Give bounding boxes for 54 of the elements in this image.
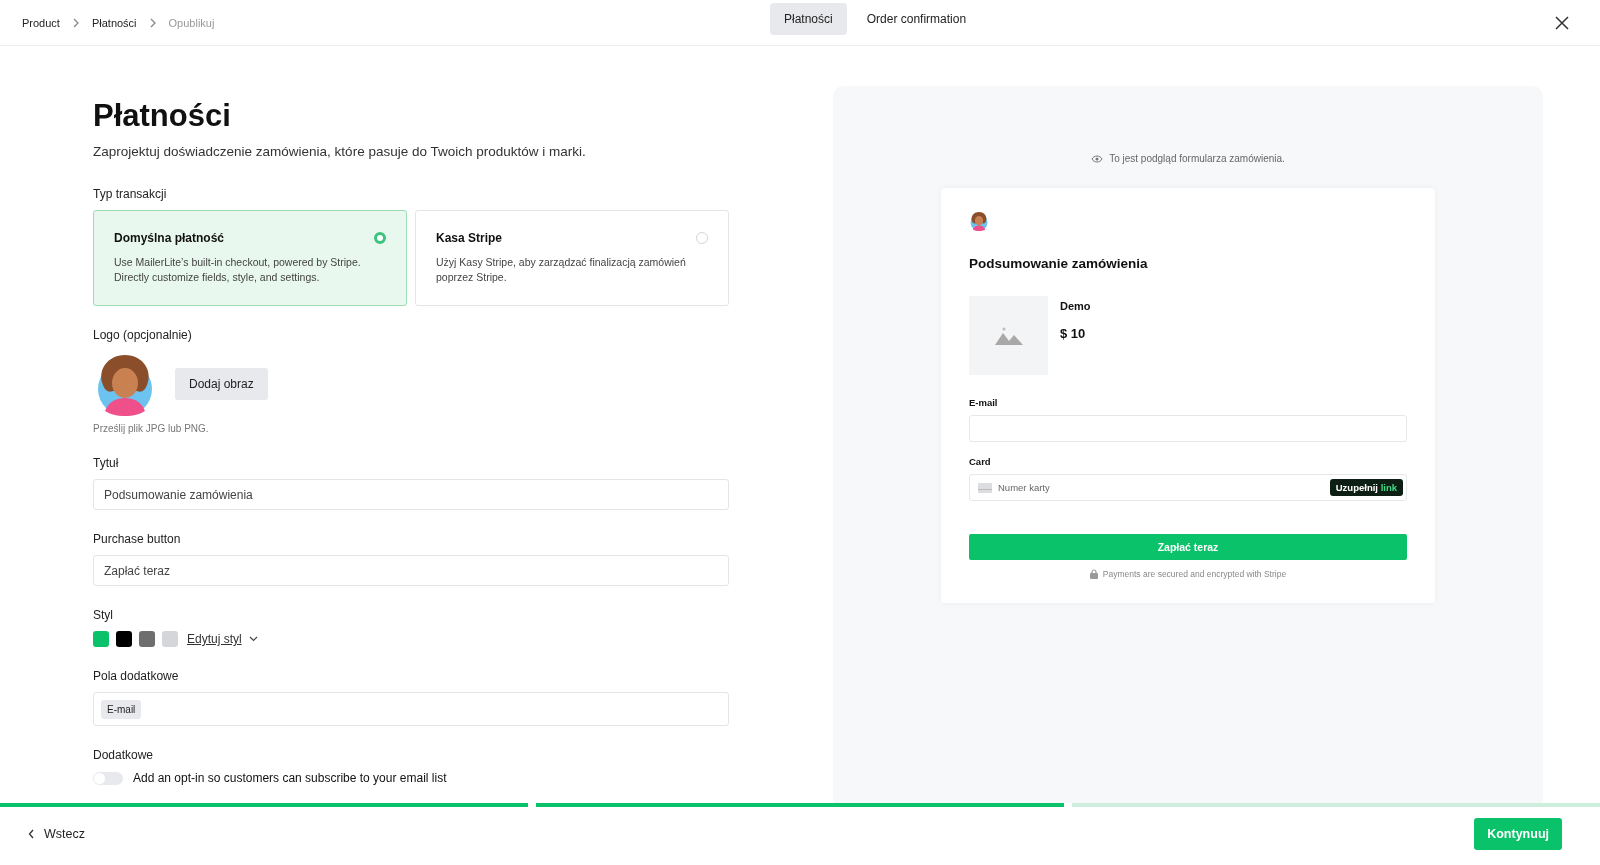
option-card[interactable]: Kasa Stripe Użyj Kasy Stripe, aby zarządzać finalizacją zamówień poprzez Stripe. — [415, 210, 729, 306]
avatar-icon — [969, 210, 989, 232]
breadcrumb-link[interactable]: Płatności — [91, 16, 137, 29]
color-swatch[interactable] — [116, 631, 132, 647]
page-subtitle: Zaprojektuj doświadczenie zamówienia, które pasuje do Twoich produktów i marki. — [93, 144, 587, 159]
email-input[interactable] — [969, 415, 1407, 442]
product-price: $ 10 — [1060, 326, 1087, 341]
preview-note: To jest podgląd formularza zamówienia. — [1109, 153, 1285, 164]
toggle-label: Add an opt-in so customers can subscribe to your email list — [133, 771, 447, 785]
field-label: Typ transakcji — [93, 187, 168, 201]
product-name: Demo — [1060, 300, 1091, 312]
extra-fields-input[interactable]: E-mail — [93, 692, 729, 726]
purchase-button-input[interactable]: Zapłać teraz — [93, 555, 729, 586]
field-label: Tytuł — [93, 456, 120, 470]
breadcrumb-link[interactable]: Product — [22, 16, 60, 29]
radio-button[interactable] — [374, 232, 386, 244]
field-label: Card — [969, 456, 992, 467]
chevron-left-icon — [28, 829, 35, 839]
option-description: Użyj Kasy Stripe, aby zarządzać finalizacją zamówień poprzez Stripe. — [436, 255, 687, 285]
checkout-heading: Podsumowanie zamówienia — [969, 256, 1149, 271]
option-description: Use MailerLite’s built-in checkout, powered by Stripe. Directly customize fields, style, and settings. — [114, 255, 362, 285]
color-swatch[interactable] — [139, 631, 155, 647]
field-label: Dodatkowe — [93, 748, 155, 762]
title-input[interactable]: Podsumowanie zamówienia — [93, 479, 729, 510]
image-icon — [994, 326, 1023, 345]
tab[interactable]: Order confirmation — [852, 3, 981, 35]
option-title: Domyślna płatność — [114, 231, 225, 245]
field-label: Styl — [93, 608, 114, 622]
tab[interactable]: Płatności — [770, 3, 847, 35]
lock-icon — [1089, 569, 1098, 579]
autofill-link-button[interactable]: Uzupełnij link — [1329, 479, 1403, 496]
color-swatch[interactable] — [93, 631, 109, 647]
chevron-right-icon — [71, 17, 80, 28]
field-label: Purchase button — [93, 532, 182, 546]
hint-text: Prześlij plik JPG lub PNG. — [93, 423, 210, 434]
eye-icon — [1091, 154, 1104, 163]
radio-button[interactable] — [696, 232, 708, 244]
chevron-right-icon — [148, 17, 157, 28]
edit-style-link[interactable]: Edytuj styl — [187, 632, 242, 646]
credit-card-icon — [978, 482, 992, 493]
page-title: Płatności — [93, 98, 232, 134]
option-title: Kasa Stripe — [436, 231, 503, 245]
secure-note: Payments are secured and encrypted with Stripe — [1102, 569, 1287, 579]
color-swatch[interactable] — [162, 631, 178, 647]
option-card[interactable]: Domyślna płatność Use MailerLite’s built-in checkout, powered by Stripe. Directly customize fields, style, and settings. — [93, 210, 407, 306]
card-number-input[interactable]: Numer karty Uzupełnij link — [969, 474, 1407, 501]
add-image-button[interactable]: Dodaj obraz — [175, 368, 268, 400]
field-label: Pola dodatkowe — [93, 669, 180, 683]
field-label: Logo (opcjonalnie) — [93, 328, 193, 342]
back-button[interactable]: Wstecz — [22, 826, 91, 842]
field-label: E-mail — [969, 397, 999, 408]
field-tag: E-mail — [101, 699, 142, 719]
chevron-down-icon — [248, 636, 258, 642]
close-icon[interactable] — [1555, 15, 1569, 30]
